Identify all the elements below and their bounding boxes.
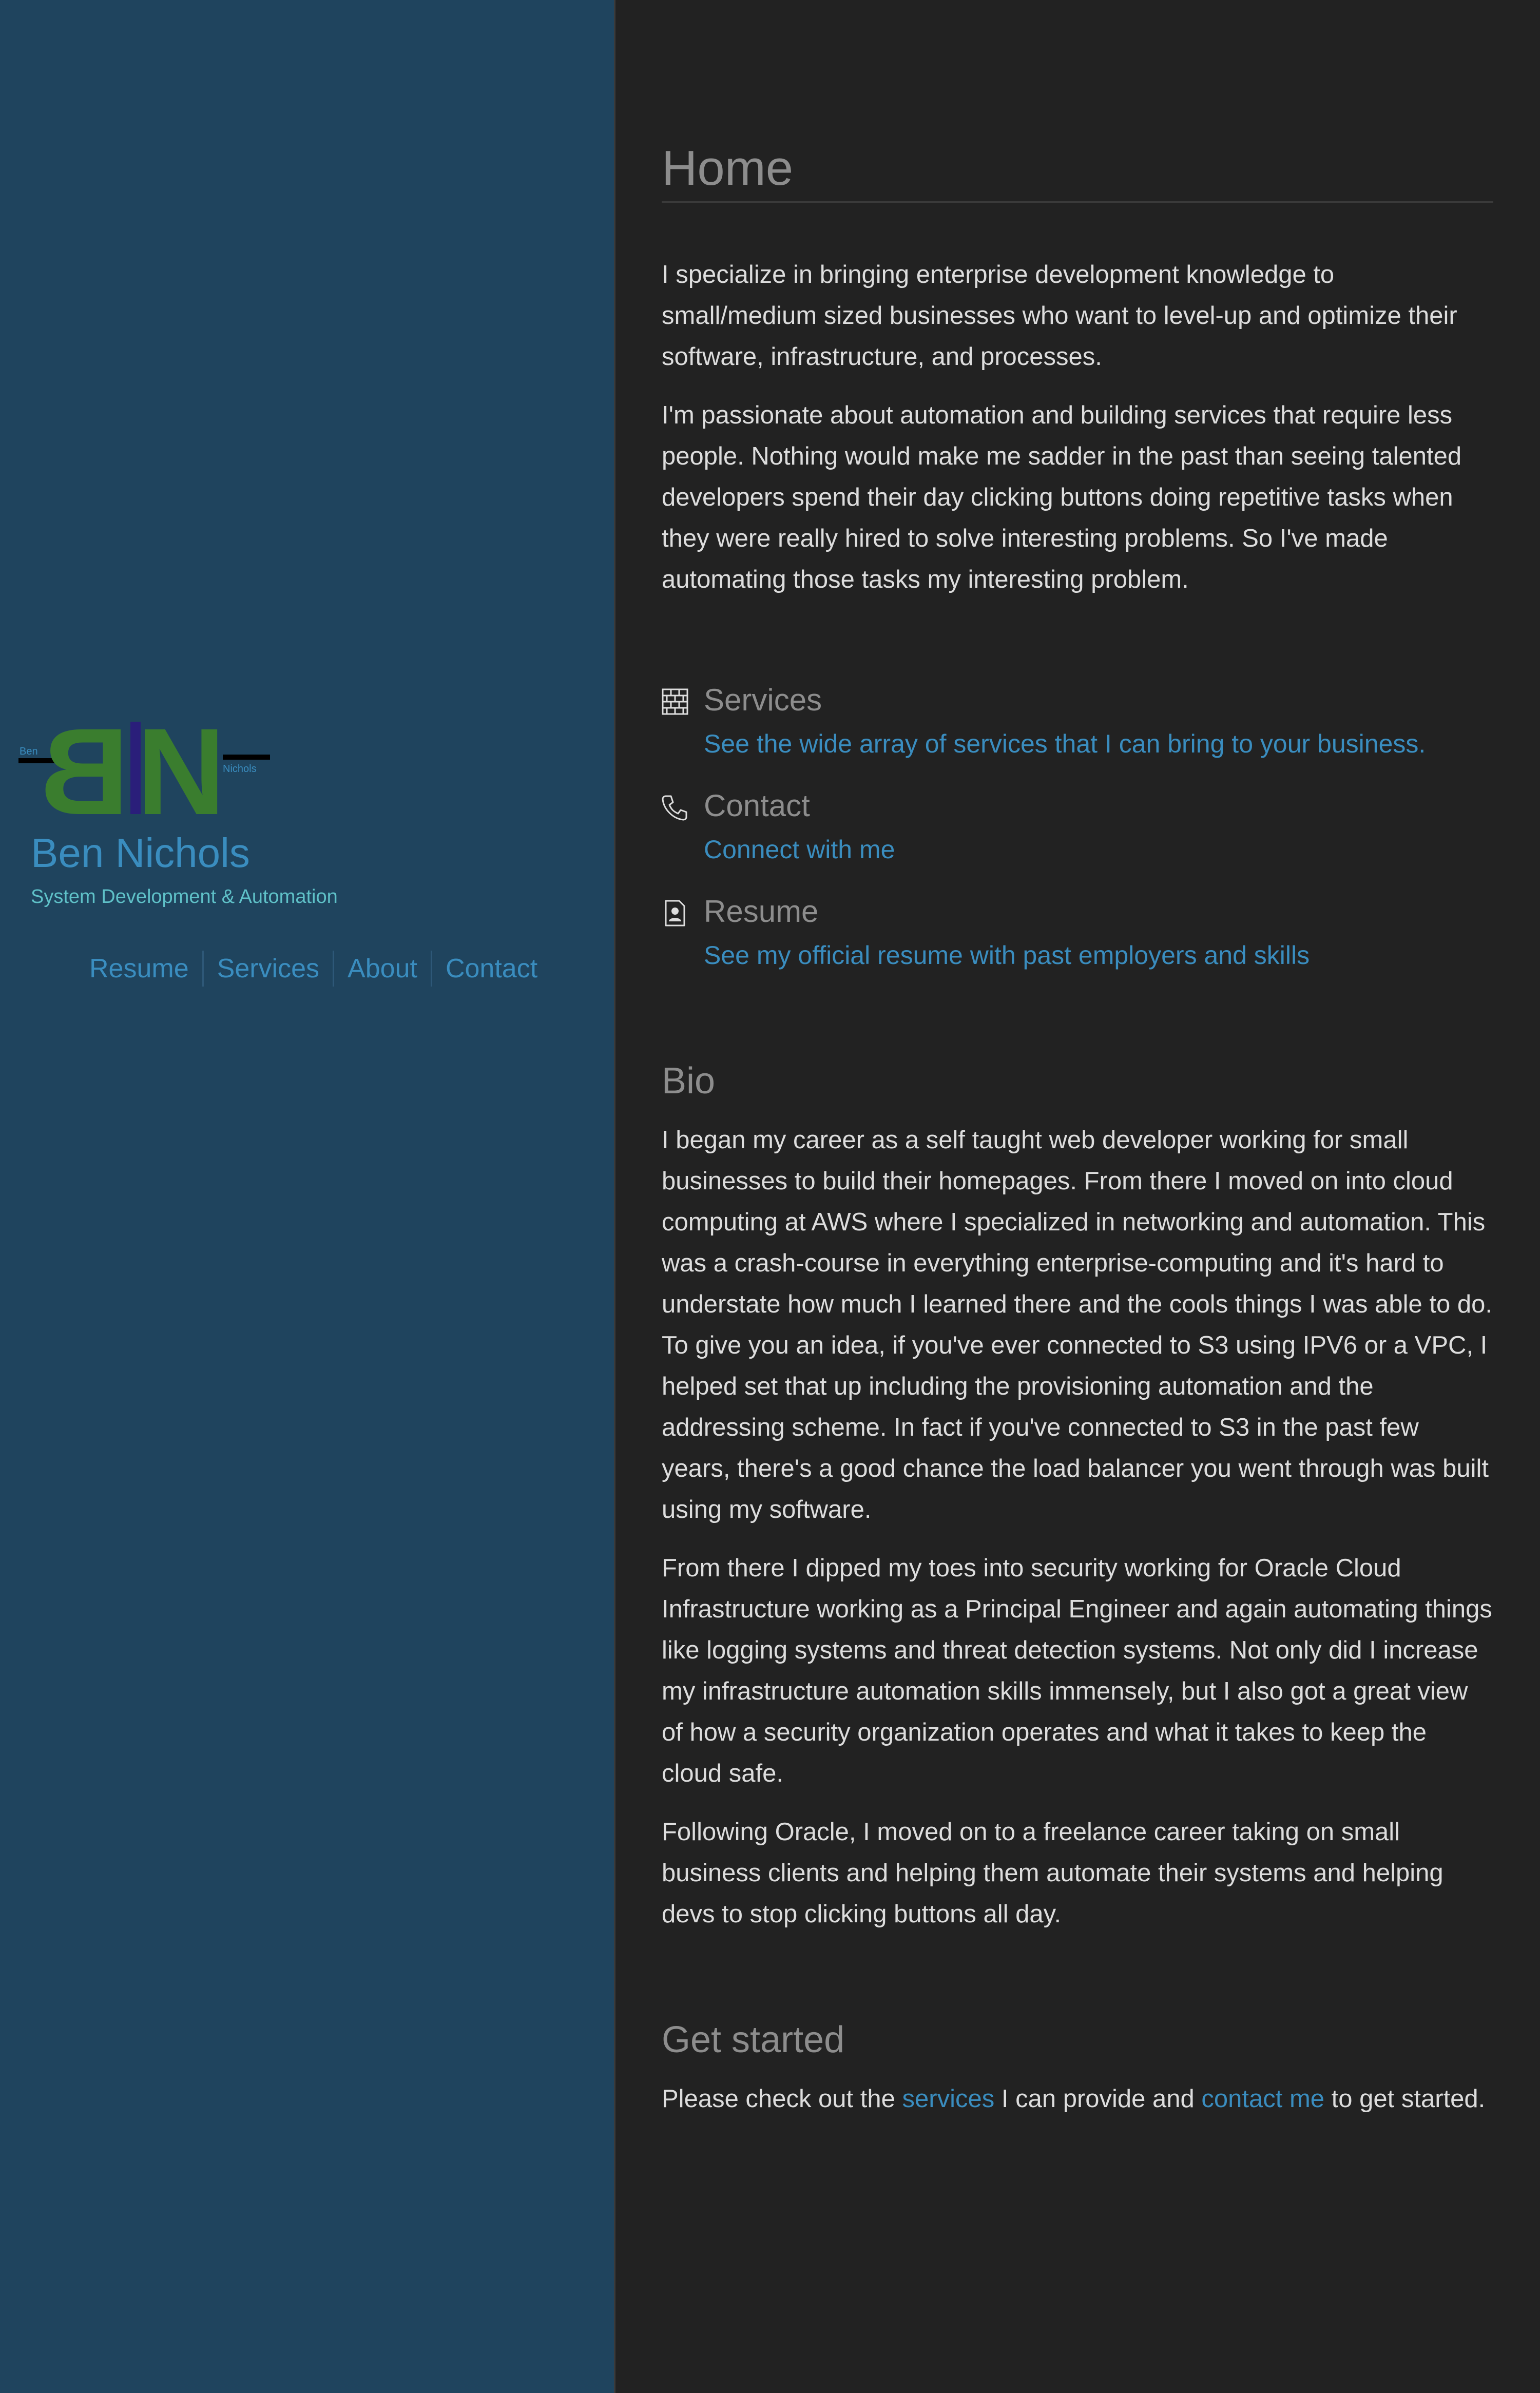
quick-link-services: Services See the wide array of services … <box>662 677 1493 764</box>
content-column: Home I specialize in bringing enterprise… <box>662 139 1493 2119</box>
get-started-heading: Get started <box>662 2019 845 2060</box>
page: Ben B N Nichols Ben Nichols System Devel… <box>0 0 1540 2393</box>
quick-link-title: Services <box>704 683 822 717</box>
quick-link-resume: Resume See my official resume with past … <box>662 889 1493 976</box>
nav-link-about[interactable]: About <box>333 951 431 987</box>
quick-links: Services See the wide array of services … <box>662 677 1493 976</box>
get-started-text: I can provide and <box>994 2085 1202 2113</box>
intro-paragraph: I specialize in bringing enterprise deve… <box>662 261 1457 371</box>
svg-text:N: N <box>137 713 225 821</box>
sidebar: Ben B N Nichols Ben Nichols System Devel… <box>0 0 614 2393</box>
get-started-section: Get started Please check out the service… <box>662 2017 1493 2119</box>
intro-section: I specialize in bringing enterprise deve… <box>662 254 1493 600</box>
page-title: Home <box>662 139 1493 203</box>
get-started-text: Please check out the <box>662 2085 902 2113</box>
logo-small-right: Nichols <box>223 763 257 775</box>
main-content: Home I specialize in bringing enterprise… <box>615 0 1540 2393</box>
site-title[interactable]: Ben Nichols <box>31 829 250 877</box>
sidebar-nav: Resume Services About Contact <box>76 951 551 987</box>
site-tagline: System Development & Automation <box>31 886 338 908</box>
resume-link[interactable]: See my official resume with past employe… <box>704 935 1493 976</box>
get-started-paragraph: Please check out the services I can prov… <box>662 2078 1493 2119</box>
bio-paragraph: I began my career as a self taught web d… <box>662 1126 1493 1523</box>
brick-wall-icon <box>662 688 688 715</box>
quick-link-contact: Contact Connect with me <box>662 783 1493 870</box>
nav-link-services[interactable]: Services <box>202 951 333 987</box>
nav-link-resume[interactable]: Resume <box>76 951 202 987</box>
logo-small-left: Ben <box>20 746 38 757</box>
inline-contact-link[interactable]: contact me <box>1201 2085 1324 2113</box>
contact-link[interactable]: Connect with me <box>704 829 1493 870</box>
intro-paragraph: I'm passionate about automation and buil… <box>662 401 1462 593</box>
bio-paragraph: Following Oracle, I moved on to a freela… <box>662 1818 1443 1928</box>
phone-icon <box>662 794 688 821</box>
bio-heading: Bio <box>662 1060 716 1102</box>
get-started-text: to get started. <box>1324 2085 1486 2113</box>
quick-link-title: Resume <box>704 894 819 929</box>
quick-link-title: Contact <box>704 788 810 823</box>
svg-text:B: B <box>40 713 129 821</box>
services-link[interactable]: See the wide array of services that I ca… <box>704 723 1493 764</box>
bio-paragraph: From there I dipped my toes into securit… <box>662 1554 1492 1787</box>
bio-section: Bio I began my career as a self taught w… <box>662 1058 1493 1935</box>
logo-graphic: Ben B N Nichols <box>18 713 270 821</box>
nav-link-contact[interactable]: Contact <box>430 951 551 987</box>
resume-document-icon <box>662 900 688 927</box>
inline-services-link[interactable]: services <box>902 2085 995 2113</box>
site-logo[interactable]: Ben B N Nichols <box>18 713 275 821</box>
